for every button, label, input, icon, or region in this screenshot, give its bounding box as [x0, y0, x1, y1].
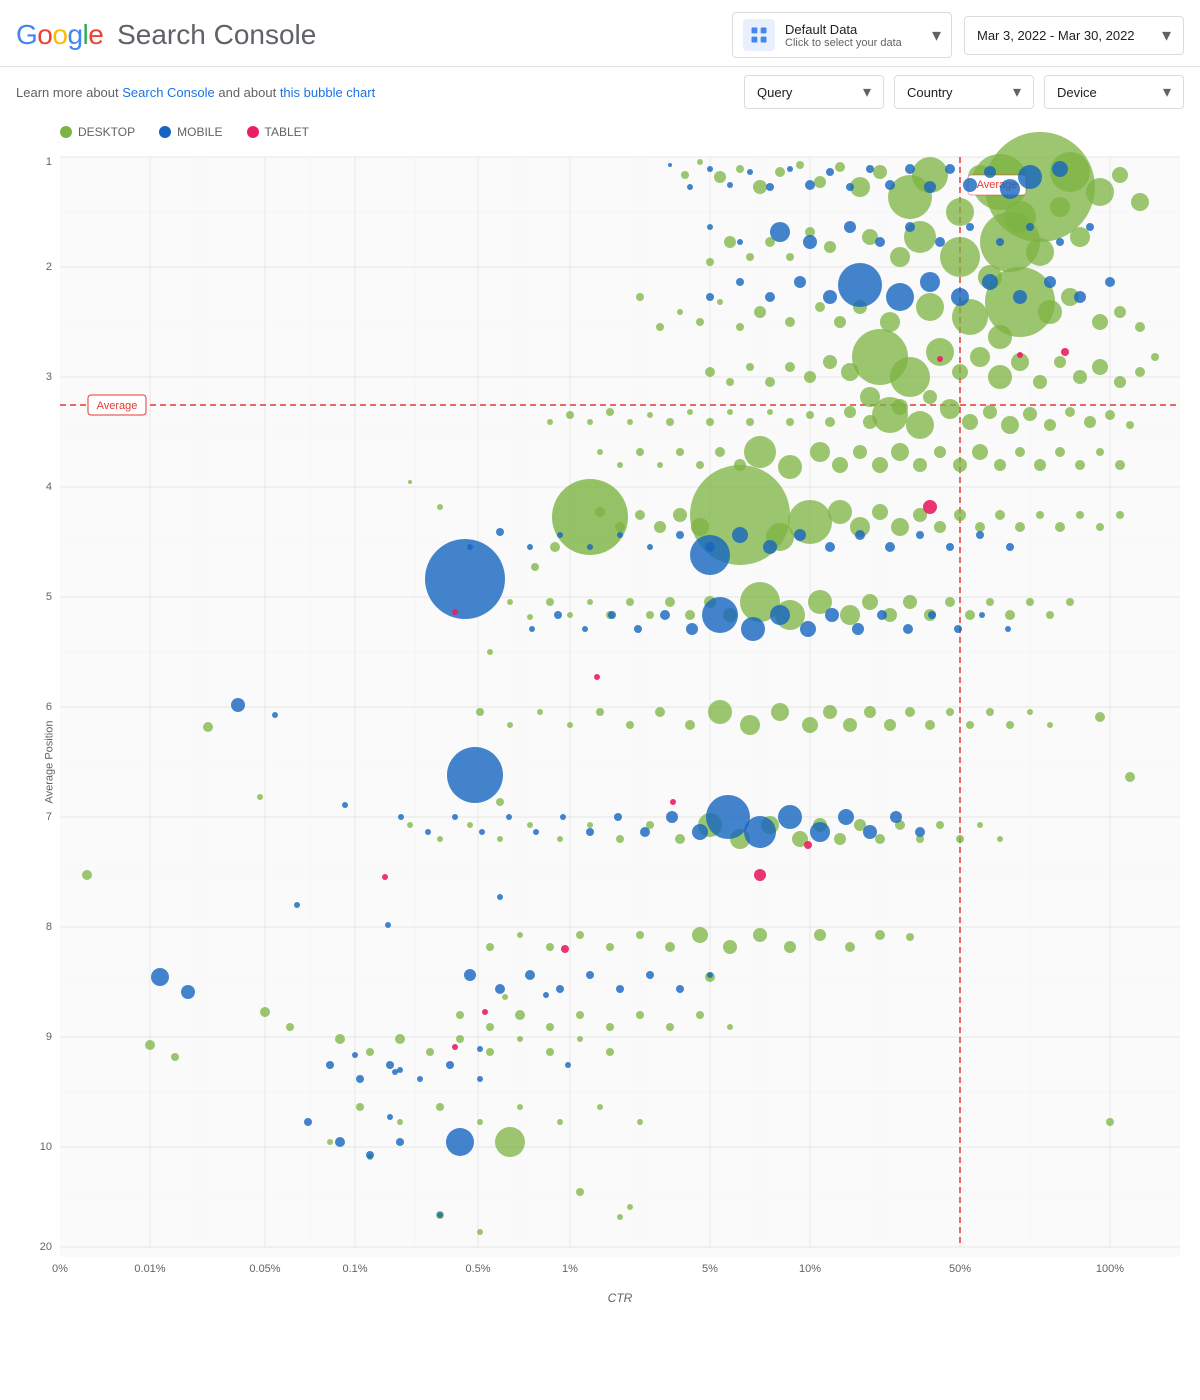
data-selector-title: Default Data [785, 22, 924, 37]
y-axis-label: Average Position [43, 721, 55, 804]
svg-text:3: 3 [46, 371, 52, 383]
sub-header: Learn more about Search Console and abou… [0, 67, 1200, 117]
desktop-legend-dot [60, 126, 72, 138]
svg-text:0.1%: 0.1% [342, 1263, 367, 1275]
query-filter[interactable]: Query ▾ [744, 75, 884, 109]
date-range-value: Mar 3, 2022 - Mar 30, 2022 [977, 28, 1135, 43]
query-filter-chevron-icon: ▾ [855, 82, 871, 102]
svg-text:0.5%: 0.5% [465, 1263, 490, 1275]
device-filter-chevron-icon: ▾ [1155, 82, 1171, 102]
svg-text:4: 4 [46, 481, 52, 493]
svg-text:10: 10 [40, 1141, 52, 1153]
legend-desktop: DESKTOP [60, 125, 135, 139]
svg-text:1: 1 [46, 156, 52, 168]
desktop-legend-label: DESKTOP [78, 125, 135, 139]
data-selector-chevron-icon: ▾ [932, 25, 941, 46]
tablet-legend-label: TABLET [265, 125, 309, 139]
svg-text:6: 6 [46, 701, 52, 713]
bubble-chart: Average 1 2 3 4 5 6 7 8 9 10 20 0% 0.01%… [60, 157, 1180, 1337]
svg-text:8: 8 [46, 921, 52, 933]
svg-text:9: 9 [46, 1031, 52, 1043]
svg-text:50%: 50% [949, 1263, 971, 1275]
svg-text:2: 2 [46, 261, 52, 273]
sub-header-text-mid: and about [218, 85, 279, 100]
svg-text:20: 20 [40, 1241, 52, 1253]
header: Google Search Console Default Data Click… [0, 0, 1200, 67]
country-filter[interactable]: Country ▾ [894, 75, 1034, 109]
svg-text:7: 7 [46, 811, 52, 823]
svg-text:Average: Average [97, 400, 138, 412]
svg-text:100%: 100% [1096, 1263, 1124, 1275]
query-filter-label: Query [757, 85, 792, 100]
svg-text:1%: 1% [562, 1263, 578, 1275]
data-selector-icon [743, 19, 775, 51]
svg-text:CTR: CTR [608, 1291, 633, 1305]
google-logo: Google [16, 19, 103, 51]
logo: Google Search Console [16, 19, 316, 51]
date-selector[interactable]: Mar 3, 2022 - Mar 30, 2022 ▾ [964, 16, 1184, 55]
search-console-link[interactable]: Search Console [122, 85, 215, 100]
svg-text:10%: 10% [799, 1263, 821, 1275]
date-selector-chevron-icon: ▾ [1154, 25, 1171, 46]
chart-wrapper: Average Position [0, 147, 1200, 1377]
mobile-legend-dot [159, 126, 171, 138]
legend-mobile: MOBILE [159, 125, 222, 139]
svg-text:5: 5 [46, 591, 52, 603]
country-filter-chevron-icon: ▾ [1005, 82, 1021, 102]
bubble-chart-link[interactable]: this bubble chart [280, 85, 375, 100]
legend-tablet: TABLET [247, 125, 309, 139]
country-filter-label: Country [907, 85, 953, 100]
data-selector-subtitle: Click to select your data [785, 37, 924, 49]
search-console-logo-text: Search Console [109, 19, 316, 51]
device-filter-label: Device [1057, 85, 1097, 100]
data-selector[interactable]: Default Data Click to select your data ▾ [732, 12, 952, 58]
svg-text:0.01%: 0.01% [134, 1263, 165, 1275]
filter-controls: Query ▾ Country ▾ Device ▾ [744, 75, 1184, 109]
header-controls: Default Data Click to select your data ▾… [732, 12, 1184, 58]
tablet-legend-dot [247, 126, 259, 138]
svg-text:0%: 0% [52, 1263, 68, 1275]
data-selector-text: Default Data Click to select your data [785, 22, 924, 49]
sub-header-left: Learn more about Search Console and abou… [16, 85, 375, 100]
device-filter[interactable]: Device ▾ [1044, 75, 1184, 109]
svg-text:5%: 5% [702, 1263, 718, 1275]
sub-header-text-prefix: Learn more about [16, 85, 122, 100]
svg-text:0.05%: 0.05% [249, 1263, 280, 1275]
mobile-legend-label: MOBILE [177, 125, 222, 139]
